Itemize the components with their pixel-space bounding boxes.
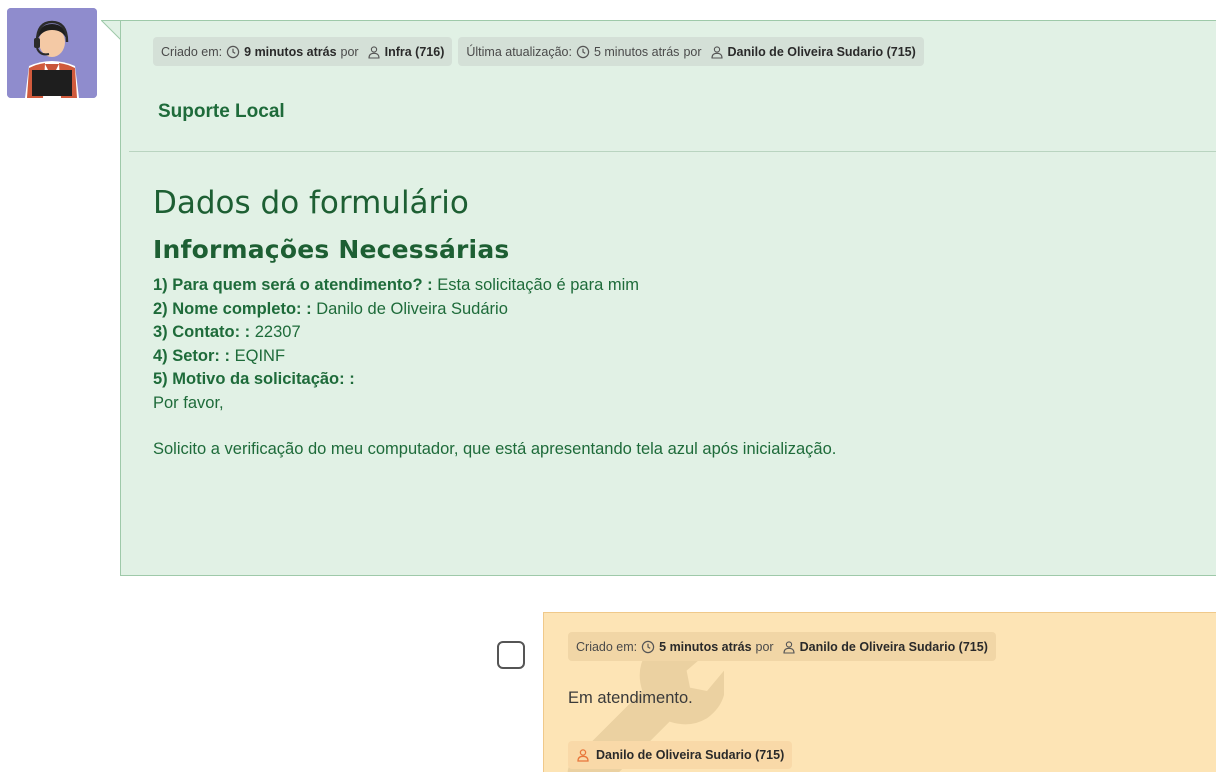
clock-icon	[576, 45, 590, 59]
updated-time: 5 minutos atrás	[593, 44, 680, 59]
assignee-badge[interactable]: Danilo de Oliveira Sudario (715)	[568, 741, 793, 769]
body-line: Solicito a verificação do meu computador…	[153, 440, 837, 458]
form-field: 1) Para quem será o atendimento? : Esta …	[153, 276, 639, 294]
updated-label: Última atualização:	[466, 44, 572, 59]
clock-icon	[641, 640, 655, 654]
section-title: Informações Necessárias	[153, 235, 510, 264]
support-agent-icon	[7, 8, 97, 98]
created-label: Criado em:	[576, 639, 638, 654]
created-info-badge: Criado em: 5 minutos atrás por Danilo de…	[568, 632, 996, 661]
form-title: Dados do formulário	[153, 185, 469, 221]
by-label: por	[340, 44, 359, 59]
created-by-user[interactable]: Infra (716)	[385, 45, 445, 59]
created-by-user[interactable]: Danilo de Oliveira Sudario (715)	[800, 640, 988, 654]
assignee-name: Danilo de Oliveira Sudario (715)	[596, 748, 785, 762]
created-time: 9 minutos atrás	[244, 44, 337, 59]
updated-by-user[interactable]: Danilo de Oliveira Sudario (715)	[728, 45, 916, 59]
created-info-badge: Criado em: 9 minutos atrás por Infra (71…	[153, 37, 453, 66]
followup-select-checkbox[interactable]	[497, 641, 525, 669]
form-field: 3) Contato: : 22307	[153, 323, 301, 341]
form-field: 5) Motivo da solicitação: :	[153, 370, 355, 388]
user-icon	[576, 748, 590, 762]
ticket-category: Suporte Local	[158, 101, 285, 122]
user-icon	[710, 45, 724, 59]
by-label: por	[755, 639, 774, 654]
form-field: 4) Setor: : EQINF	[153, 346, 286, 365]
ticket-card: Criado em: 9 minutos atrás por Infra (71…	[120, 20, 1216, 576]
followup-meta: Criado em: 5 minutos atrás por Danilo de…	[568, 632, 996, 661]
followup-card: Criado em: 5 minutos atrás por Danilo de…	[543, 612, 1216, 772]
updated-info-badge: Última atualização: 5 minutos atrás por …	[458, 37, 924, 66]
form-field: 2) Nome completo: : Danilo de Oliveira S…	[153, 299, 508, 318]
clock-icon	[226, 45, 240, 59]
divider	[129, 151, 1216, 152]
followup-text: Em atendimento.	[568, 689, 693, 707]
by-label: por	[683, 44, 702, 59]
user-icon	[782, 640, 796, 654]
ticket-meta: Criado em: 9 minutos atrás por Infra (71…	[153, 37, 924, 66]
avatar[interactable]	[7, 8, 97, 98]
user-icon	[367, 45, 381, 59]
body-line: Por favor,	[153, 393, 224, 412]
created-time: 5 minutos atrás	[659, 639, 752, 654]
created-label: Criado em:	[161, 44, 223, 59]
ticket-content: Dados do formulário Informações Necessár…	[153, 188, 1213, 462]
